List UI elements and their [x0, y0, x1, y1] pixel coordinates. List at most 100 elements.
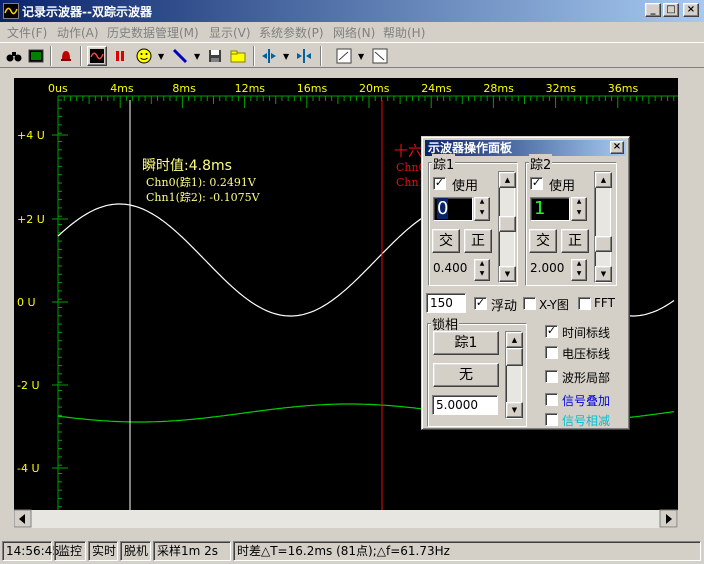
time-tick-label: 36ms [608, 82, 639, 95]
float-value-field[interactable]: 150 [426, 293, 466, 313]
track-1-scrollbar[interactable]: ▲ ▼ [498, 171, 516, 283]
menu-view[interactable]: 显示(V) [209, 24, 251, 41]
track-1-use-label: 使用 [452, 179, 479, 194]
folder-icon[interactable] [228, 46, 248, 66]
panel-close-button[interactable]: × [610, 141, 624, 154]
track-1-dc-button[interactable]: 正 [464, 229, 492, 253]
lock-track-1-button[interactable]: 踪1 [433, 331, 499, 355]
scroll-down-icon[interactable]: ▼ [506, 402, 523, 418]
track-1-channel-field[interactable]: 0 [433, 197, 473, 221]
xy-checkbox[interactable] [523, 297, 536, 310]
readout-chn1: Chn1(踪2): -0.1075V [146, 190, 261, 204]
status-offline: 脱机 [120, 541, 151, 561]
cursor-2-label: 十六 [394, 144, 422, 160]
waveform-partial-checkbox[interactable] [545, 370, 558, 383]
scroll-up-icon[interactable]: ▲ [506, 332, 523, 348]
voltage-marker-checkbox[interactable] [545, 346, 558, 359]
track-2-dc-button[interactable]: 正 [561, 229, 589, 253]
track-2-scrollbar[interactable]: ▲ ▼ [594, 171, 612, 283]
time-tick-label: 28ms [483, 82, 514, 95]
lock-scrollbar[interactable]: ▲ ▼ [505, 331, 523, 419]
spin-up-icon[interactable]: ▲ [572, 260, 586, 270]
lock-scroll-thumb[interactable] [506, 348, 523, 366]
time-tick-label: 20ms [359, 82, 390, 95]
voltage-tick-label: +2 U [17, 213, 45, 226]
pen-icon[interactable] [170, 46, 190, 66]
scope-record-icon[interactable] [87, 46, 107, 66]
track-2-ac-button[interactable]: 交 [529, 229, 557, 253]
maximize-button[interactable]: □ [663, 3, 679, 17]
menu-system-params[interactable]: 系统参数(P) [259, 24, 324, 41]
horizontal-scrollbar[interactable] [14, 509, 678, 528]
track-2-scale-spinner[interactable]: ▲ ▼ [571, 259, 587, 281]
track-1-use-checkbox[interactable]: ✓ [433, 177, 446, 190]
minimize-button[interactable]: _ [645, 3, 661, 17]
track-2-channel-spinner[interactable]: ▲ ▼ [571, 197, 587, 221]
voltage-tick-label: -2 U [17, 379, 40, 392]
monitor-icon[interactable] [26, 46, 46, 66]
spin-up-icon[interactable]: ▲ [475, 198, 489, 209]
voltage-tick-label: 0 U [17, 296, 36, 309]
signal-subtract-checkbox[interactable] [545, 413, 558, 426]
track-2-use-checkbox[interactable]: ✓ [530, 177, 543, 190]
save-icon[interactable] [205, 46, 225, 66]
chart-icon[interactable] [334, 46, 354, 66]
chart-view-icon[interactable] [370, 46, 390, 66]
cursor-compress-icon[interactable] [294, 46, 314, 66]
toolbar-separator [50, 46, 52, 66]
app-icon [3, 3, 19, 19]
track-1-ac-button[interactable]: 交 [432, 229, 460, 253]
cursor-expand-icon[interactable] [259, 46, 279, 66]
menu-action[interactable]: 动作(A) [57, 24, 99, 41]
signal-subtract-label: 信号相减 [562, 414, 611, 428]
waveform-partial-label: 波形局部 [562, 371, 611, 385]
track-1-channel-spinner[interactable]: ▲ ▼ [474, 197, 490, 221]
toolbar: ▼ ▼ ▼ ▼ [0, 42, 704, 68]
menu-network[interactable]: 网络(N) [333, 24, 375, 41]
signal-add-checkbox[interactable] [545, 393, 558, 406]
pen-dropdown-icon[interactable]: ▼ [194, 52, 200, 61]
voltage-tick-label: +4 U [17, 129, 45, 142]
spin-up-icon[interactable]: ▲ [475, 260, 489, 270]
track-2-scroll-thumb[interactable] [595, 236, 612, 252]
lock-value-field[interactable]: 5.0000 [432, 395, 498, 415]
cursor-dropdown-icon[interactable]: ▼ [283, 52, 289, 61]
lock-none-button[interactable]: 无 [433, 363, 499, 387]
track-2-channel-field[interactable]: 1 [530, 197, 570, 221]
spin-up-icon[interactable]: ▲ [572, 198, 586, 209]
time-tick-label: 12ms [235, 82, 266, 95]
smiley-dropdown-icon[interactable]: ▼ [158, 52, 164, 61]
pause-icon[interactable] [110, 46, 130, 66]
close-button[interactable]: × [683, 3, 699, 17]
title-bar[interactable]: 记录示波器--双踪示波器 _ □ × [0, 0, 704, 22]
float-checkbox[interactable]: ✓ [474, 297, 487, 310]
track-1-scale-spinner[interactable]: ▲ ▼ [474, 259, 490, 281]
track-1-scroll-thumb[interactable] [499, 216, 516, 232]
menu-file[interactable]: 文件(F) [7, 24, 47, 41]
spin-down-icon[interactable]: ▼ [572, 209, 586, 220]
fft-checkbox[interactable] [578, 297, 591, 310]
readout-chn0: Chn0(踪1): 0.2491V [146, 175, 257, 189]
smiley-icon[interactable] [134, 46, 154, 66]
chart-dropdown-icon[interactable]: ▼ [358, 52, 364, 61]
spin-down-icon[interactable]: ▼ [572, 270, 586, 280]
scroll-down-icon[interactable]: ▼ [499, 266, 516, 282]
toolbar-separator [253, 46, 255, 66]
spin-down-icon[interactable]: ▼ [475, 270, 489, 280]
time-marker-checkbox[interactable]: ✓ [545, 325, 558, 338]
scope-operation-panel[interactable]: 示波器操作面板 × 踪1 ✓ 使用 0 ▲ ▼ 交 正 0.400 ▲ ▼ ▲ ▼ … [421, 136, 630, 430]
bell-icon[interactable] [56, 46, 76, 66]
signal-add-label: 信号叠加 [562, 394, 611, 408]
status-time: 14:56:45 [2, 541, 60, 561]
scroll-up-icon[interactable]: ▲ [499, 172, 516, 188]
scroll-down-icon[interactable]: ▼ [595, 266, 612, 282]
voltage-tick-label: -4 U [17, 462, 40, 475]
status-bar: 14:56:45 监控 实时 脱机 采样1m 2s 时差△T=16.2ms (8… [0, 538, 704, 564]
menu-history[interactable]: 历史数据管理(M) [107, 24, 199, 41]
track-2-channel-value: 1 [534, 198, 546, 219]
binoculars-icon[interactable] [4, 46, 24, 66]
fft-label: FFT [594, 296, 615, 310]
spin-down-icon[interactable]: ▼ [475, 209, 489, 220]
menu-help[interactable]: 帮助(H) [383, 24, 425, 41]
scroll-up-icon[interactable]: ▲ [595, 172, 612, 188]
